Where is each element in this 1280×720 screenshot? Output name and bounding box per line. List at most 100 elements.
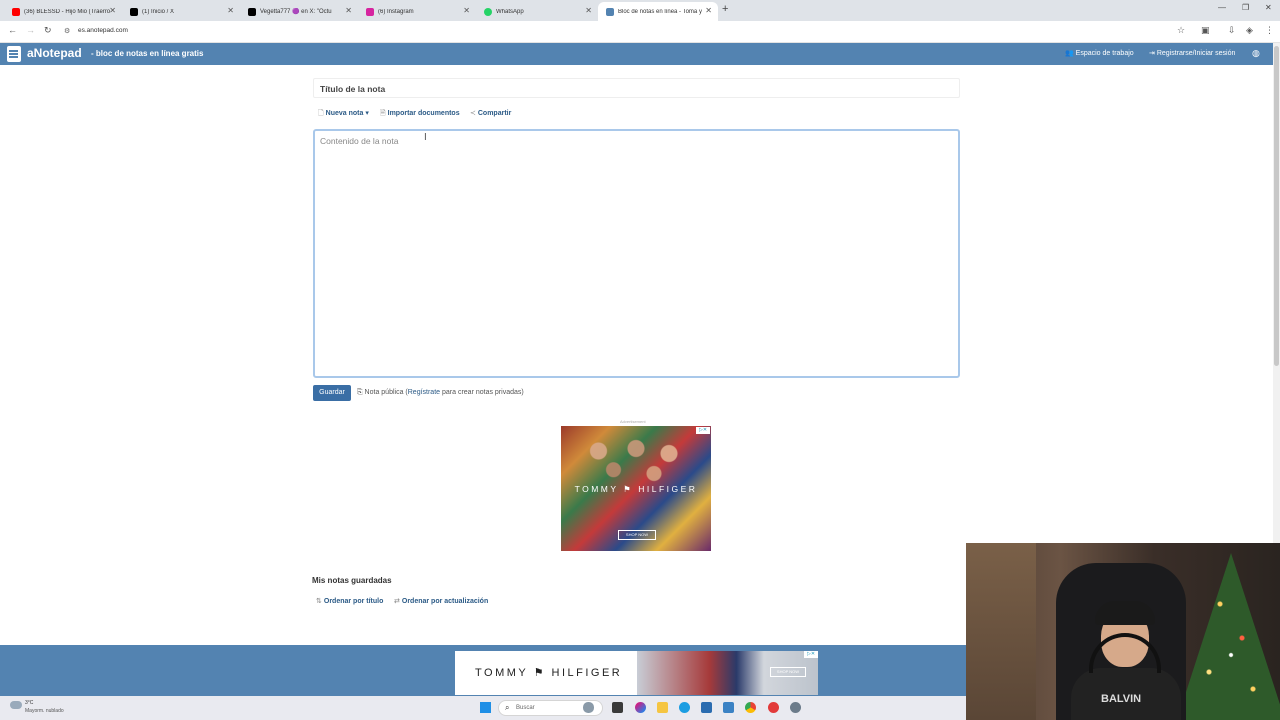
weather-temperature: 3°C [25,700,34,706]
tab-title: (6) Instagram [378,8,414,15]
app-icon[interactable] [768,702,779,713]
reload-icon[interactable]: ↻ [44,25,52,36]
widgets-icon[interactable] [583,702,594,713]
browser-tab[interactable]: WhatsApp ✕ [476,2,598,21]
note-title-input[interactable]: Título de la nota [313,78,960,98]
sort-by-title-link[interactable]: ⇅ Ordenar por título [316,597,383,605]
login-label: Registrarse/Iniciar sesión [1156,50,1236,57]
adchoices-icon[interactable]: ▷✕ [804,651,818,658]
login-link[interactable]: ⇥ Registrarse/Iniciar sesión [1149,49,1235,57]
share-link[interactable]: ≺ Compartir [470,109,511,117]
link-icon: ⎘ [357,389,365,396]
close-tab-icon[interactable]: ✕ [705,6,712,15]
headset [1089,633,1161,673]
adchoices-icon[interactable]: ▷✕ [696,427,710,434]
brand-name[interactable]: aNotepad [27,46,82,60]
ad-banner-leaderboard[interactable]: TOMMY ⚑ HILFIGER SHOP NOW ▷✕ [455,651,818,695]
streamer-cap [1095,601,1155,625]
workspace-link[interactable]: 👥 Espacio de trabajo [1065,49,1134,57]
address-bar: ← → ↻ ⚙ es.anotepad.com ☆ ▣ ⇩ ◈ ⋮ [0,21,1280,43]
task-view-icon[interactable] [612,702,623,713]
ad-shop-now-button[interactable]: SHOP NOW [618,530,656,540]
sort-by-updated-link[interactable]: ⇄ Ordenar por actualización [394,597,488,605]
search-icon: ⌕ [505,703,510,712]
forward-icon[interactable]: → [26,25,35,35]
extension-icon[interactable]: ◈ [1246,25,1253,36]
document-icon: 🗋 [318,110,324,117]
new-tab-button[interactable]: + [722,3,728,15]
sort-icon: ⇄ [394,598,400,605]
browser-tab[interactable]: (6) Instagram ✕ [358,2,476,21]
register-link[interactable]: Regístrate [408,389,440,396]
scrollbar-thumb[interactable] [1274,46,1279,366]
sort-updated-label: Ordenar por actualización [401,598,489,605]
mail-icon[interactable] [723,702,734,713]
app-header: aNotepad - bloc de notas en línea gratis… [0,43,1280,65]
notepad-logo-icon[interactable] [7,46,21,62]
ad-brand-text: TOMMY ⚑ HILFIGER [574,484,698,494]
share-label: Compartir [477,110,512,117]
tab-title: Vegetta777 🟣 en X: "Octu [260,9,332,15]
webcam-overlay: BALVIN [966,543,1280,720]
saved-notes-heading: Mis notas guardadas [312,576,392,585]
weather-cloud-icon[interactable] [10,701,22,709]
url-field[interactable]: es.anotepad.com [78,27,128,34]
chrome-icon[interactable] [745,702,756,713]
tab-title: (36) BLESSD - Hijo Mio (Traerro [24,8,111,15]
note-content-textarea[interactable]: Contenido de la nota [313,129,960,378]
close-tab-icon[interactable]: ✕ [345,6,352,15]
instagram-icon [366,7,374,16]
bookmark-star-icon[interactable]: ☆ [1177,25,1185,36]
caret-down-icon: ▾ [363,110,369,117]
store-icon[interactable] [701,702,712,713]
save-button[interactable]: Guardar [313,385,351,401]
public-note-prefix: Nota pública ( [364,389,408,396]
import-label: Importar documentos [387,110,460,117]
browser-tab-active[interactable]: Bloc de notas en línea - Toma y ✕ [598,2,718,21]
users-icon: 👥 [1065,50,1076,57]
new-note-menu[interactable]: 🗋 Nueva nota ▾ [318,109,369,120]
browser-tab[interactable]: (1) Inicio / X ✕ [122,2,240,21]
taskbar-search-placeholder: Buscar [516,705,535,711]
close-tab-icon[interactable]: ✕ [109,6,116,15]
minimize-icon[interactable]: — [1218,3,1226,12]
browser-tab[interactable]: (36) BLESSD - Hijo Mio (Traerro ✕ [4,2,122,21]
back-icon[interactable]: ← [8,25,17,35]
side-panel-icon[interactable]: ▣ [1201,25,1210,36]
shirt-print: BALVIN [1101,693,1142,705]
settings-icon[interactable] [790,702,801,713]
close-tab-icon[interactable]: ✕ [227,6,234,15]
ad-shop-now-button[interactable]: SHOP NOW [770,667,806,677]
browser-menu-icon[interactable]: ⋮ [1265,25,1274,36]
import-documents-link[interactable]: 🗎 Importar documentos [380,109,460,120]
ad-brand-text: TOMMY ⚑ HILFIGER [475,667,623,679]
globe-icon[interactable]: ◍ [1252,48,1260,59]
close-window-icon[interactable]: ✕ [1265,3,1272,12]
site-info-icon[interactable]: ⚙ [64,27,70,35]
webcam-background-shelf [966,543,1036,720]
streamer: BALVIN [1071,583,1181,720]
file-explorer-icon[interactable] [657,702,668,713]
tab-title: WhatsApp [496,8,524,15]
browser-tab-strip: (36) BLESSD - Hijo Mio (Traerro ✕ (1) In… [0,0,1280,21]
tab-title: (1) Inicio / X [142,8,175,15]
close-tab-icon[interactable]: ✕ [585,6,592,15]
copilot-icon[interactable] [635,702,646,713]
edge-icon[interactable] [679,702,690,713]
public-note-suffix: para crear notas privadas) [440,389,524,396]
windows-start-icon[interactable] [480,702,491,713]
x-logo-icon [248,7,256,16]
brand-tagline: - bloc de notas en línea gratis [91,49,204,58]
downloads-icon[interactable]: ⇩ [1228,25,1236,36]
x-logo-icon [130,7,138,16]
weather-description: Mayorm. nublado [25,708,64,714]
text-cursor-icon: I [424,132,427,143]
browser-tab[interactable]: Vegetta777 🟣 en X: "Octu ✕ [240,2,358,21]
ad-banner-square[interactable]: TOMMY ⚑ HILFIGER SHOP NOW ▷✕ [561,426,711,551]
public-note-info: ⎘ Nota pública (Regístrate para crear no… [357,389,524,397]
whatsapp-icon [484,7,492,16]
maximize-icon[interactable]: ❐ [1242,3,1249,12]
file-icon: 🗎 [380,110,386,117]
close-tab-icon[interactable]: ✕ [463,6,470,15]
sort-title-label: Ordenar por título [323,598,384,605]
